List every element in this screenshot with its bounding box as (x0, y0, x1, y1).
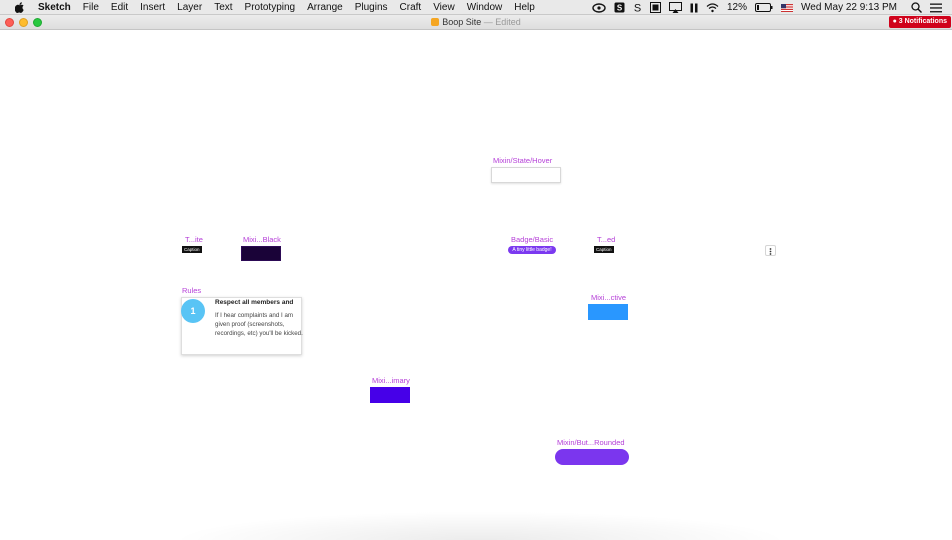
artboard-hover[interactable] (491, 167, 561, 183)
canvas-shadow (170, 511, 790, 540)
clock[interactable]: Wed May 22 9:13 PM (801, 2, 897, 13)
document-title: Boop Site — Edited (0, 15, 952, 30)
menu-craft[interactable]: Craft (394, 0, 428, 15)
menu-window[interactable]: Window (461, 0, 509, 15)
grid-icon[interactable] (650, 2, 661, 13)
more-options-button[interactable] (765, 245, 776, 256)
airplay-icon[interactable] (669, 2, 682, 13)
window-titlebar: Boop Site — Edited ● 3 Notifications (0, 15, 952, 30)
document-name: Boop Site (442, 17, 482, 27)
flag-us-icon[interactable] (781, 3, 794, 12)
menu-view[interactable]: View (427, 0, 461, 15)
artboard-label-white[interactable]: T...ite (185, 235, 203, 244)
menu-layer[interactable]: Layer (171, 0, 208, 15)
document-edited-status: — Edited (483, 17, 521, 27)
menu-edit[interactable]: Edit (105, 0, 134, 15)
list-icon[interactable] (930, 3, 942, 13)
menu-bar: Sketch File Edit Insert Layer Text Proto… (0, 0, 952, 15)
s-box-icon[interactable]: S (614, 2, 625, 13)
artboard-label-primary[interactable]: Mixi...imary (372, 376, 410, 385)
notifications-badge[interactable]: ● 3 Notifications (888, 16, 951, 28)
artboard-label-ted[interactable]: T...ed (597, 235, 615, 244)
rule-number-badge: 1 (181, 299, 205, 323)
artboard-black[interactable] (241, 246, 281, 261)
pause-icon[interactable] (690, 3, 698, 13)
artboard-button-rounded[interactable] (555, 449, 629, 465)
menu-arrange[interactable]: Arrange (301, 0, 349, 15)
rule-title: Respect all members and (215, 299, 294, 306)
artboard-active[interactable] (588, 304, 628, 320)
s-icon[interactable]: S (633, 2, 642, 14)
artboard-label-badge[interactable]: Badge/Basic (511, 235, 553, 244)
battery-percent: 12% (727, 2, 748, 13)
menu-insert[interactable]: Insert (134, 0, 171, 15)
creative-cloud-icon[interactable] (592, 2, 606, 13)
status-area: S S 12% Wed May 22 9:13 PM (588, 0, 952, 15)
more-vertical-icon (769, 242, 772, 260)
artboard-text-white[interactable]: Caption (182, 246, 202, 253)
svg-text:S: S (617, 4, 623, 13)
menu-app-sketch[interactable]: Sketch (36, 0, 77, 15)
sketch-canvas[interactable]: Mixin/State/Hover T...ite Caption Mixi..… (0, 31, 952, 540)
notifications-text: 3 Notifications (898, 18, 947, 25)
artboard-label-active[interactable]: Mixi...ctive (591, 293, 626, 302)
wifi-icon[interactable] (706, 2, 719, 13)
artboard-label-rules[interactable]: Rules (182, 286, 201, 295)
artboard-text-ted[interactable]: Caption (594, 246, 614, 253)
menu-file[interactable]: File (77, 0, 105, 15)
menu-plugins[interactable]: Plugins (349, 0, 394, 15)
rule-body: If I hear complaints and I am given proo… (215, 312, 303, 338)
artboard-rules[interactable]: 1 Respect all members and If I hear comp… (181, 297, 303, 355)
apple-icon[interactable] (13, 1, 27, 13)
battery-icon[interactable] (755, 3, 773, 12)
sketch-document-icon (431, 18, 440, 26)
menu-prototyping[interactable]: Prototyping (239, 0, 302, 15)
search-icon[interactable] (911, 2, 922, 13)
menu-help[interactable]: Help (508, 0, 541, 15)
menu-text[interactable]: Text (208, 0, 238, 15)
artboard-label-hover[interactable]: Mixin/State/Hover (493, 156, 552, 165)
artboard-label-black[interactable]: Mixi...Black (243, 235, 281, 244)
artboard-primary[interactable] (370, 387, 410, 403)
svg-text:S: S (634, 3, 641, 14)
badge-basic[interactable]: A tiny little badge! (508, 246, 556, 254)
artboard-label-rounded[interactable]: Mixin/But...Rounded (557, 438, 625, 447)
